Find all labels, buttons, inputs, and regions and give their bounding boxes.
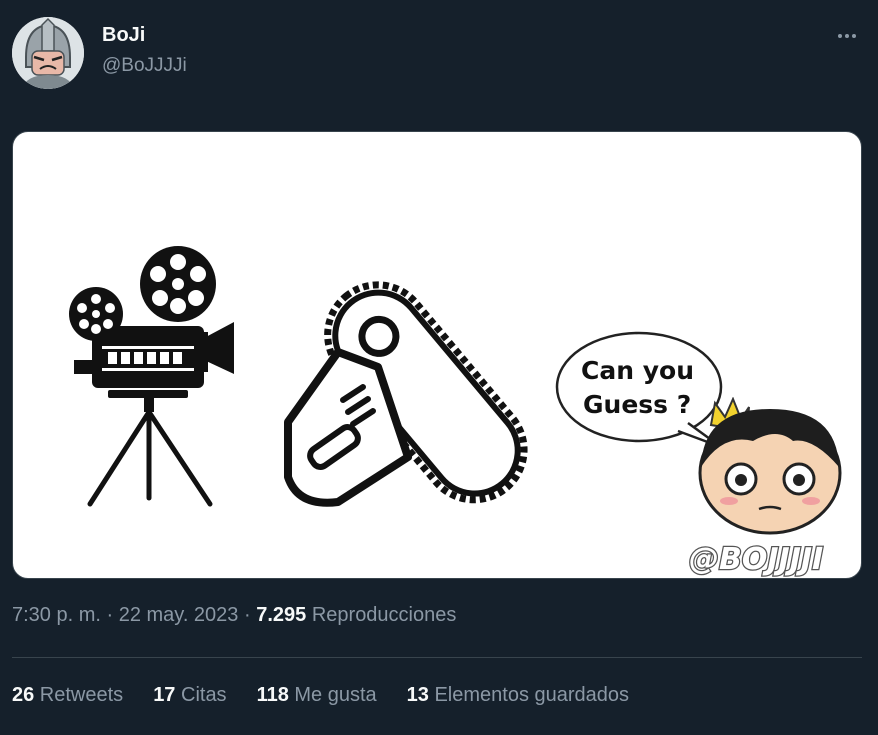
- bubble-text-line2: Guess ?: [583, 390, 691, 419]
- likes-label: Me gusta: [288, 684, 377, 706]
- more-dot-icon: [845, 34, 849, 38]
- retweets-count: 26: [12, 684, 35, 706]
- tweet-media-image[interactable]: Can you Guess ? @BOJJJJI: [12, 131, 862, 579]
- quotes-label: Citas: [175, 684, 227, 706]
- film-camera-icon: [69, 246, 234, 507]
- tweet-header: BoJi @BoJJJJi: [0, 0, 878, 110]
- views-count: 7.295: [256, 604, 307, 626]
- views-label: Reproducciones: [306, 604, 457, 626]
- author-display-name[interactable]: BoJi: [102, 24, 145, 47]
- bookmarks-count: 13: [406, 684, 429, 706]
- tweet-time[interactable]: 7:30 p. m.: [12, 604, 101, 626]
- likes-count: 118: [256, 684, 289, 706]
- more-dot-icon: [852, 34, 856, 38]
- bookmarks-stat[interactable]: 13 Elementos guardados: [407, 684, 629, 707]
- meta-separator: ·: [100, 604, 119, 626]
- meta-separator: ·: [238, 604, 257, 626]
- watermark: @BOJJJJI: [688, 541, 825, 578]
- quotes-stat[interactable]: 17 Citas: [153, 684, 226, 707]
- quotes-count: 17: [153, 684, 176, 706]
- more-dot-icon: [838, 34, 842, 38]
- engagement-stats: 26 Retweets 17 Citas 118 Me gusta 13 Ele…: [12, 684, 629, 707]
- divider: [12, 657, 862, 658]
- crowned-boy-character: [698, 397, 842, 535]
- author-handle[interactable]: @BoJJJJi: [102, 55, 187, 77]
- author-avatar[interactable]: [12, 17, 84, 89]
- more-options-button[interactable]: [832, 24, 862, 48]
- likes-stat[interactable]: 118 Me gusta: [257, 684, 377, 707]
- helmeted-character-avatar-icon: [12, 17, 84, 89]
- retweets-label: Retweets: [34, 684, 124, 706]
- tweet-date[interactable]: 22 may. 2023: [119, 604, 239, 626]
- watermark-text: @BOJJJJI: [689, 542, 823, 577]
- tweet-metadata: 7:30 p. m. · 22 may. 2023 · 7.295 Reprod…: [12, 604, 456, 627]
- chainsaw-icon: [284, 281, 528, 507]
- bubble-text-line1: Can you: [581, 356, 694, 385]
- retweets-stat[interactable]: 26 Retweets: [12, 684, 123, 707]
- bookmarks-label: Elementos guardados: [428, 684, 630, 706]
